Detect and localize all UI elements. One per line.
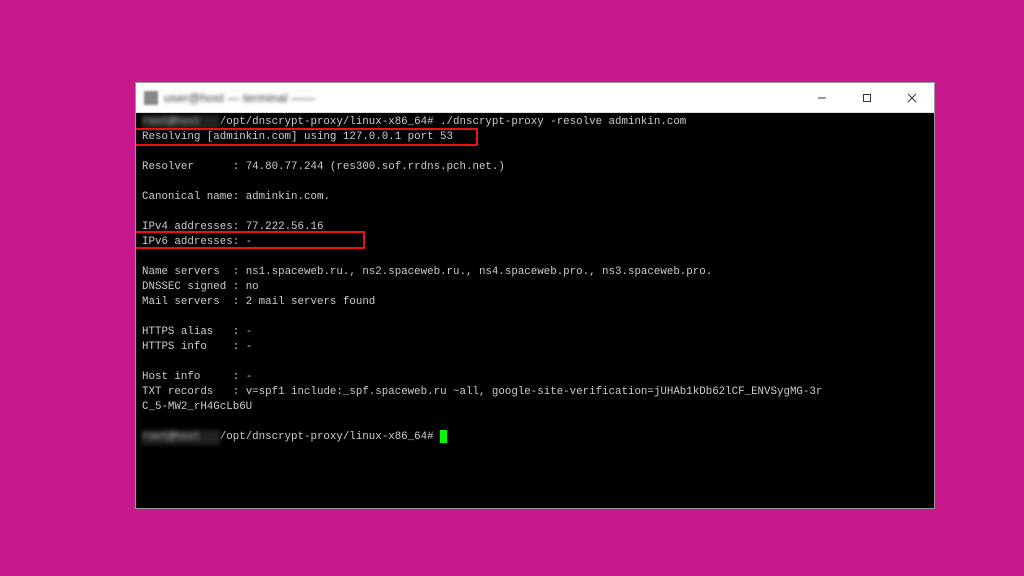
mail-value: 2 mail servers found (246, 296, 376, 308)
title-left: user@host — terminal —— (136, 91, 316, 105)
terminal-window: user@host — terminal —— root@host /opt/d… (135, 82, 935, 509)
https-info-label: HTTPS info : (142, 341, 239, 353)
maximize-button[interactable] (844, 83, 889, 112)
prompt-path: /opt/dnscrypt-proxy/linux-x86_64# (220, 116, 434, 128)
canonical-label: Canonical name: (142, 191, 239, 203)
cursor-icon (440, 430, 447, 443)
txt-label: TXT records : (142, 386, 239, 398)
close-button[interactable] (889, 83, 934, 112)
resolver-value: 74.80.77.244 (res300.sof.rrdns.pch.net.) (246, 161, 505, 173)
ipv6-label: IPv6 addresses: (142, 236, 239, 248)
hostinfo-value: - (246, 371, 252, 383)
hostinfo-label: Host info : (142, 371, 239, 383)
dnssec-value: no (246, 281, 259, 293)
prompt-path-2: /opt/dnscrypt-proxy/linux-x86_64# (220, 431, 434, 443)
window-controls (799, 83, 934, 112)
mail-label: Mail servers : (142, 296, 239, 308)
window-title: user@host — terminal —— (164, 91, 316, 105)
line-resolving: Resolving [adminkin.com] using 127.0.0.1… (142, 131, 453, 143)
https-info-value: - (246, 341, 252, 353)
app-icon (144, 91, 158, 105)
minimize-button[interactable] (799, 83, 844, 112)
prompt-user: root@host (142, 115, 220, 130)
titlebar[interactable]: user@host — terminal —— (136, 83, 934, 113)
canonical-value: adminkin.com. (246, 191, 330, 203)
txt-value: v=spf1 include:_spf.spaceweb.ru ~all, go… (246, 386, 823, 398)
https-alias-value: - (246, 326, 252, 338)
ns-value: ns1.spaceweb.ru., ns2.spaceweb.ru., ns4.… (246, 266, 713, 278)
prompt-user-2: root@host (142, 430, 220, 445)
ipv4-label: IPv4 addresses: (142, 221, 239, 233)
ipv4-value: 77.222.56.16 (246, 221, 324, 233)
terminal-output[interactable]: root@host /opt/dnscrypt-proxy/linux-x86_… (136, 113, 934, 508)
ipv6-value: - (246, 236, 252, 248)
command: ./dnscrypt-proxy -resolve adminkin.com (440, 116, 686, 128)
txt-wrap: C_5-MW2_rH4GcLb6U (142, 401, 252, 413)
https-alias-label: HTTPS alias : (142, 326, 239, 338)
resolver-label: Resolver : (142, 161, 239, 173)
dnssec-label: DNSSEC signed : (142, 281, 239, 293)
ns-label: Name servers : (142, 266, 239, 278)
